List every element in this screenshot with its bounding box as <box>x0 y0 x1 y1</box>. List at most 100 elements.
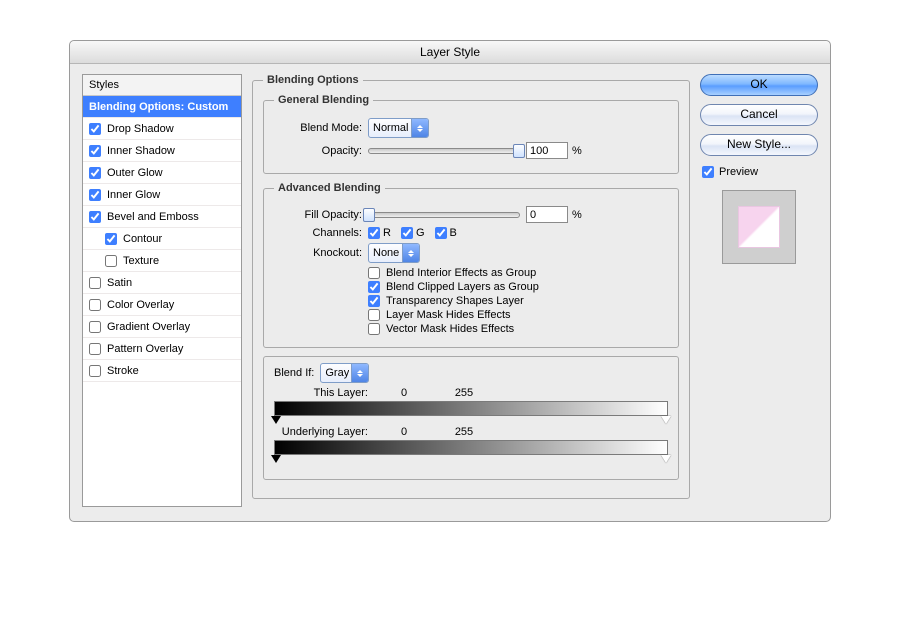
blending-options-legend: Blending Options <box>263 74 363 86</box>
style-checkbox[interactable] <box>89 167 101 179</box>
style-row-inner-shadow[interactable]: Inner Shadow <box>83 140 241 162</box>
style-label: Satin <box>107 277 132 289</box>
style-checkbox[interactable] <box>89 299 101 311</box>
style-checkbox[interactable] <box>89 321 101 333</box>
style-checkbox[interactable] <box>89 277 101 289</box>
style-checkbox[interactable] <box>105 255 117 267</box>
preview-swatch-icon <box>738 206 780 248</box>
preview-checkbox[interactable] <box>702 166 714 178</box>
style-label: Outer Glow <box>107 167 163 179</box>
style-label: Pattern Overlay <box>107 343 183 355</box>
advanced-blending-legend: Advanced Blending <box>274 182 385 194</box>
underlying-lo: 0 <box>374 426 434 438</box>
stepper-icon <box>411 119 428 137</box>
styles-panel: Styles Blending Options: Custom Drop Shad… <box>82 74 242 507</box>
stepper-icon <box>402 244 419 262</box>
opacity-label: Opacity: <box>274 145 368 157</box>
channel-b-checkbox[interactable] <box>435 227 447 239</box>
slider-handle-icon[interactable] <box>271 416 281 424</box>
layer-style-dialog: Layer Style Styles Blending Options: Cus… <box>69 40 831 522</box>
style-label: Drop Shadow <box>107 123 174 135</box>
style-row-contour[interactable]: Contour <box>83 228 241 250</box>
style-checkbox[interactable] <box>89 145 101 157</box>
style-checkbox[interactable] <box>89 343 101 355</box>
blend-clipped-checkbox[interactable] <box>368 281 380 293</box>
fill-opacity-label: Fill Opacity: <box>274 209 368 221</box>
transparency-shapes-checkbox[interactable] <box>368 295 380 307</box>
this-layer-gradient[interactable] <box>274 401 668 416</box>
slider-handle-icon[interactable] <box>661 416 671 424</box>
style-row-satin[interactable]: Satin <box>83 272 241 294</box>
style-checkbox[interactable] <box>89 123 101 135</box>
layer-mask-hides-checkbox[interactable] <box>368 309 380 321</box>
preview-label: Preview <box>719 166 758 178</box>
blend-interior-checkbox[interactable] <box>368 267 380 279</box>
this-layer-lo: 0 <box>374 387 434 399</box>
cancel-button[interactable]: Cancel <box>700 104 818 126</box>
channel-g-label: G <box>416 227 425 239</box>
style-row-drop-shadow[interactable]: Drop Shadow <box>83 118 241 140</box>
percent-sign: % <box>572 145 582 157</box>
channel-r-checkbox[interactable] <box>368 227 380 239</box>
dialog-button-column: OK Cancel New Style... Preview <box>700 74 818 507</box>
slider-handle-icon[interactable] <box>661 455 671 463</box>
style-checkbox[interactable] <box>105 233 117 245</box>
underlying-hi: 255 <box>434 426 494 438</box>
stepper-icon <box>351 364 368 382</box>
blending-options-panel: Blending Options General Blending Blend … <box>252 74 690 507</box>
style-row-color-overlay[interactable]: Color Overlay <box>83 294 241 316</box>
channel-b-label: B <box>450 227 457 239</box>
blend-interior-label: Blend Interior Effects as Group <box>386 267 536 279</box>
blend-mode-select[interactable]: Normal <box>368 118 429 138</box>
blend-if-channel-select[interactable]: Gray <box>320 363 369 383</box>
underlying-layer-label: Underlying Layer: <box>274 426 374 438</box>
style-row-inner-glow[interactable]: Inner Glow <box>83 184 241 206</box>
ok-button[interactable]: OK <box>700 74 818 96</box>
style-row-texture[interactable]: Texture <box>83 250 241 272</box>
opacity-input[interactable] <box>526 142 568 159</box>
slider-handle-icon[interactable] <box>271 455 281 463</box>
style-label: Inner Glow <box>107 189 160 201</box>
blend-mode-label: Blend Mode: <box>274 122 368 134</box>
style-row-gradient-overlay[interactable]: Gradient Overlay <box>83 316 241 338</box>
opacity-slider[interactable] <box>368 148 520 154</box>
knockout-label: Knockout: <box>274 247 368 259</box>
channel-g-checkbox[interactable] <box>401 227 413 239</box>
style-checkbox[interactable] <box>89 211 101 223</box>
style-row-bevel-and-emboss[interactable]: Bevel and Emboss <box>83 206 241 228</box>
preview-thumbnail <box>722 190 796 264</box>
style-row-blending-options-custom[interactable]: Blending Options: Custom <box>83 96 241 118</box>
knockout-select[interactable]: None <box>368 243 420 263</box>
general-blending-group: General Blending Blend Mode: Normal Opac… <box>263 94 679 174</box>
style-label: Stroke <box>107 365 139 377</box>
styles-header[interactable]: Styles <box>83 75 241 96</box>
style-label: Blending Options: Custom <box>89 101 228 113</box>
channels-label: Channels: <box>274 227 368 239</box>
this-layer-label: This Layer: <box>274 387 374 399</box>
style-label: Contour <box>123 233 162 245</box>
style-label: Inner Shadow <box>107 145 175 157</box>
transparency-shapes-label: Transparency Shapes Layer <box>386 295 524 307</box>
channel-r-label: R <box>383 227 391 239</box>
blend-if-group: Blend If: Gray This Layer: 0 255 <box>263 356 679 480</box>
fill-opacity-input[interactable] <box>526 206 568 223</box>
dialog-title: Layer Style <box>70 41 830 64</box>
style-row-outer-glow[interactable]: Outer Glow <box>83 162 241 184</box>
blend-clipped-label: Blend Clipped Layers as Group <box>386 281 539 293</box>
style-row-pattern-overlay[interactable]: Pattern Overlay <box>83 338 241 360</box>
style-label: Bevel and Emboss <box>107 211 199 223</box>
new-style-button[interactable]: New Style... <box>700 134 818 156</box>
blend-if-label: Blend If: <box>274 367 320 379</box>
fill-opacity-slider[interactable] <box>368 212 520 218</box>
advanced-blending-group: Advanced Blending Fill Opacity: % Channe… <box>263 182 679 348</box>
style-label: Texture <box>123 255 159 267</box>
style-checkbox[interactable] <box>89 189 101 201</box>
style-checkbox[interactable] <box>89 365 101 377</box>
style-label: Color Overlay <box>107 299 174 311</box>
this-layer-hi: 255 <box>434 387 494 399</box>
style-label: Gradient Overlay <box>107 321 190 333</box>
vector-mask-hides-checkbox[interactable] <box>368 323 380 335</box>
underlying-layer-gradient[interactable] <box>274 440 668 455</box>
style-row-stroke[interactable]: Stroke <box>83 360 241 382</box>
general-blending-legend: General Blending <box>274 94 373 106</box>
